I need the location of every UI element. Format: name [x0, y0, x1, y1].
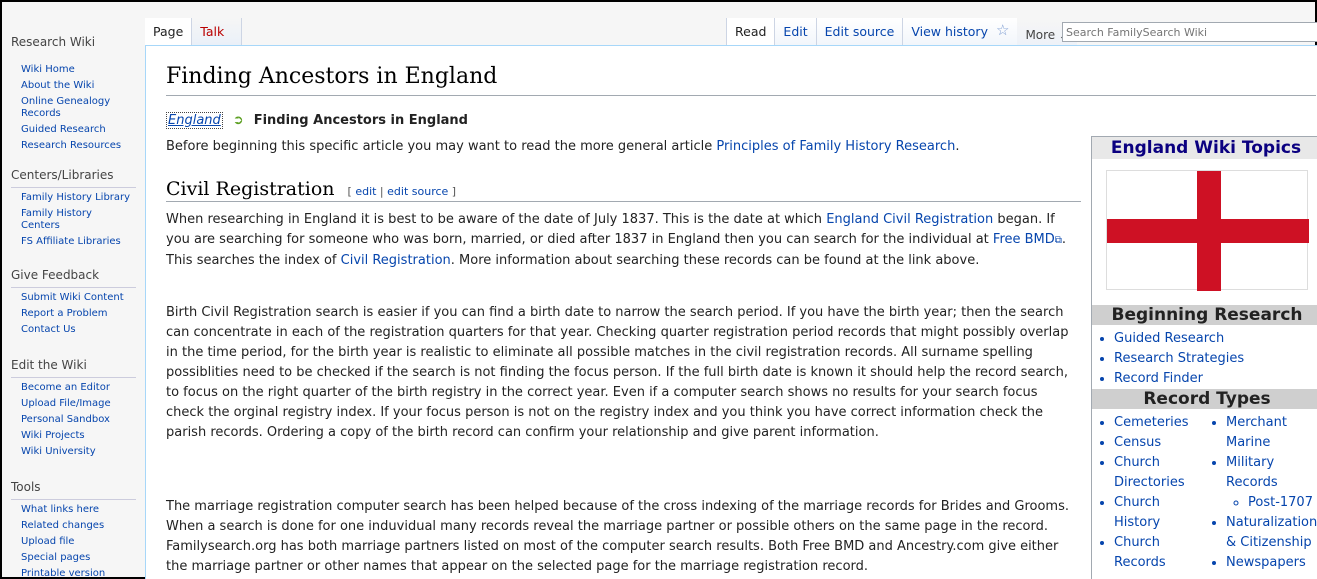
content-area: Finding Ancestors in England England ➲ F… [145, 45, 1317, 579]
portal-tools: Tools What links here Related changes Up… [11, 480, 136, 579]
infobox-heading-record-types: Record Types [1092, 389, 1317, 409]
site-name[interactable]: Research Wiki [11, 35, 95, 49]
tab-talk[interactable]: Talk [192, 18, 243, 45]
breadcrumb-arrow-icon: ➲ [232, 113, 244, 128]
edit-close: ] [448, 185, 457, 198]
sidebar-item-upload-image[interactable]: Upload File/Image [21, 398, 136, 410]
tab-read[interactable]: Read [726, 18, 776, 45]
search-input[interactable] [1062, 22, 1317, 42]
england-civil-registration-link[interactable]: England Civil Registration [826, 212, 993, 227]
editsection: [ edit | edit source ] [348, 185, 457, 198]
sidebar-item-become-editor[interactable]: Become an Editor [21, 382, 136, 394]
portal-heading: Edit the Wiki [11, 358, 136, 378]
breadcrumb-current: Finding Ancestors in England [253, 113, 468, 128]
sidebar-item-research-resources[interactable]: Research Resources [21, 140, 136, 152]
sidebar-item-guided-research[interactable]: Guided Research [21, 124, 136, 136]
list-item[interactable]: Merchant Marine [1226, 413, 1317, 453]
sidebar-item-submit[interactable]: Submit Wiki Content [21, 292, 136, 304]
section-heading-civil: Civil Registration [ edit | edit source … [166, 178, 1081, 202]
list-item[interactable]: Church Records [1114, 533, 1204, 573]
sidebar-item-affiliate[interactable]: FS Affiliate Libraries [21, 236, 136, 248]
tab-page[interactable]: Page [145, 18, 193, 45]
intro-suffix: . [955, 139, 960, 154]
sidebar-item-related-changes[interactable]: Related changes [21, 520, 136, 532]
view-tabs: Read Edit Edit source View history ☆ Mor… [726, 18, 1077, 45]
section-edit-link[interactable]: edit [355, 185, 376, 198]
sidebar-item-contact[interactable]: Contact Us [21, 324, 136, 336]
p1-text-d: . More information about searching these… [450, 253, 980, 268]
sidebar-item-printable[interactable]: Printable version [21, 568, 136, 579]
list-item[interactable]: Census [1114, 433, 1204, 453]
paragraph-civil-1: When researching in England it is best t… [166, 210, 1078, 271]
sidebar-item-online-records[interactable]: Online Genealogy Records [21, 96, 121, 120]
tab-view-history[interactable]: View history [903, 18, 996, 45]
list-item[interactable]: Guided Research [1114, 329, 1244, 349]
list-item[interactable]: Record Finder [1114, 369, 1244, 389]
breadcrumb-link-england[interactable]: England [166, 112, 223, 129]
beginning-research-list: Guided Research Research Strategies Reco… [1114, 329, 1244, 389]
more-label: More [1025, 28, 1056, 42]
sidebar-item-wiki-home[interactable]: Wiki Home [21, 64, 136, 76]
principles-link[interactable]: Principles of Family History Research [716, 139, 955, 154]
tab-edit[interactable]: Edit [775, 18, 817, 45]
sidebar-item-what-links[interactable]: What links here [21, 504, 136, 516]
infobox-england-topics: England Wiki Topics Beginning Research G… [1091, 136, 1317, 579]
sidebar: Research Wiki Wiki Home About the Wiki O… [2, 2, 145, 579]
page-title: Finding Ancestors in England [166, 64, 1316, 96]
infobox-heading-beginning: Beginning Research [1092, 305, 1317, 325]
namespace-tabs: Page Talk [145, 18, 243, 45]
portal-heading: Tools [11, 480, 136, 500]
sidebar-item-university[interactable]: Wiki University [21, 446, 136, 458]
sidebar-item-special-pages[interactable]: Special pages [21, 552, 136, 564]
intro-text: Before beginning this specific article y… [166, 139, 717, 154]
section-edit-source-link[interactable]: edit source [387, 185, 448, 198]
breadcrumb: England ➲ Finding Ancestors in England [166, 112, 468, 129]
record-types-col1: Cemeteries Census Church Directories Chu… [1114, 413, 1204, 573]
watch-star-icon[interactable]: ☆ [995, 18, 1018, 45]
list-item[interactable]: Cemeteries [1114, 413, 1204, 433]
intro-paragraph: Before beginning this specific article y… [166, 137, 1078, 157]
list-item[interactable]: Naturalization & Citizenship [1226, 513, 1317, 553]
sidebar-item-fhc[interactable]: Family History Centers [21, 208, 111, 232]
paragraph-marriage: The marriage registration computer searc… [166, 499, 1069, 574]
england-flag-image[interactable] [1106, 170, 1309, 291]
sidebar-item-sandbox[interactable]: Personal Sandbox [21, 414, 136, 426]
list-item[interactable]: Military Records [1226, 453, 1317, 493]
sidebar-item-upload-file[interactable]: Upload file [21, 536, 136, 548]
infobox-title[interactable]: England Wiki Topics [1092, 137, 1317, 159]
sidebar-item-projects[interactable]: Wiki Projects [21, 430, 136, 442]
external-link-icon: ⧉ [1054, 235, 1062, 246]
list-item[interactable]: Church Directories [1114, 453, 1204, 493]
sidebar-item-about-wiki[interactable]: About the Wiki [21, 80, 136, 92]
portal-heading: Give Feedback [11, 268, 136, 288]
list-item[interactable]: Post-1707 [1248, 493, 1317, 513]
tab-edit-source[interactable]: Edit source [816, 18, 904, 45]
portal-navigation: Wiki Home About the Wiki Online Genealog… [11, 64, 136, 156]
civil-registration-link[interactable]: Civil Registration [341, 253, 451, 268]
portal-centers: Centers/Libraries Family History Library… [11, 168, 136, 252]
paragraph-birth: Birth Civil Registration search is easie… [166, 305, 1069, 440]
sidebar-item-report[interactable]: Report a Problem [21, 308, 136, 320]
list-item[interactable]: Research Strategies [1114, 349, 1244, 369]
edit-sep: | [376, 185, 388, 198]
section-title: Civil Registration [166, 178, 335, 200]
free-bmd-link[interactable]: Free BMD [993, 232, 1055, 247]
portal-feedback: Give Feedback Submit Wiki Content Report… [11, 268, 136, 340]
flag-cross-horizontal [1107, 219, 1309, 243]
record-types-col2: Merchant Marine Military Records Post-17… [1226, 413, 1317, 573]
list-item[interactable]: Newspapers [1226, 553, 1317, 573]
portal-heading: Centers/Libraries [11, 168, 136, 188]
sidebar-item-fhl[interactable]: Family History Library [21, 192, 136, 204]
list-item[interactable]: Church History [1114, 493, 1204, 533]
p1-text-a: When researching in England it is best t… [166, 212, 827, 227]
portal-edit: Edit the Wiki Become an Editor Upload Fi… [11, 358, 136, 462]
